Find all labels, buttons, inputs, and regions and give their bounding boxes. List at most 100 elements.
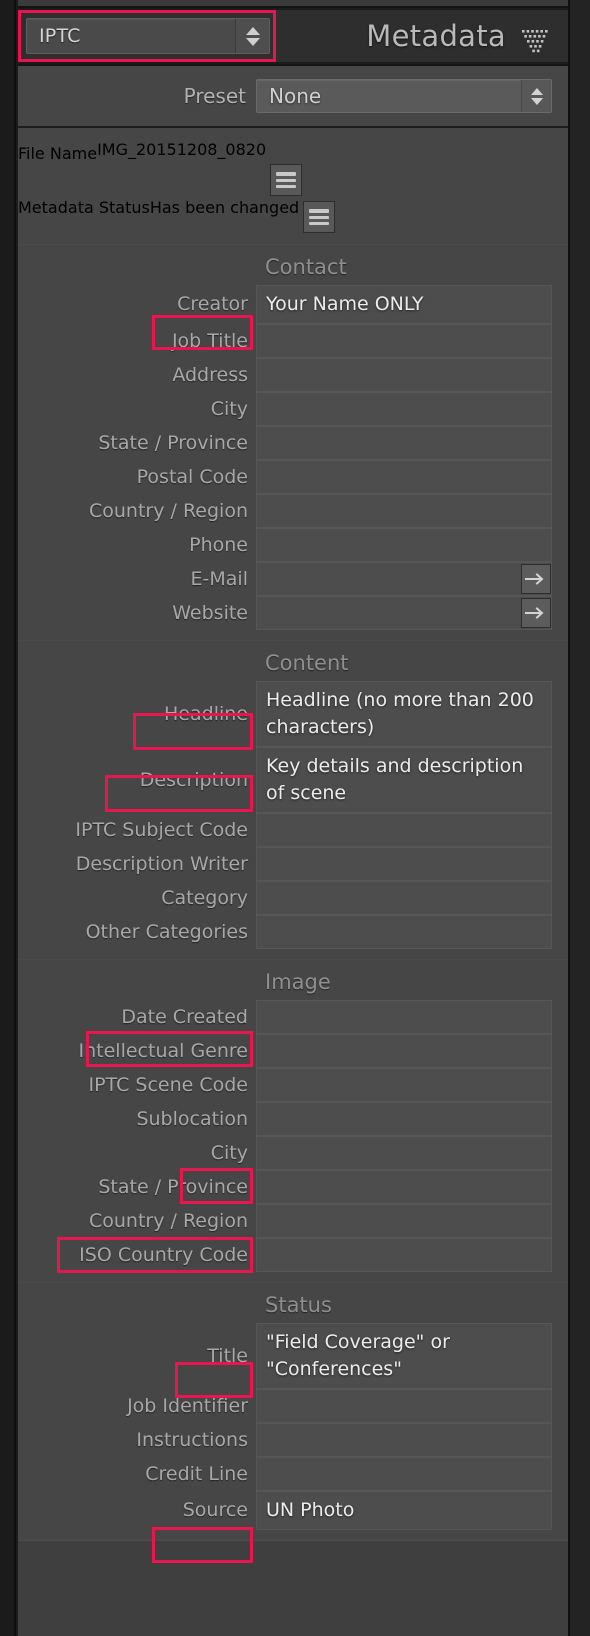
field-label-job-identifier: Job Identifier bbox=[127, 1394, 248, 1417]
section-heading: Content bbox=[18, 641, 568, 681]
field-input-website[interactable] bbox=[256, 595, 552, 630]
field-input-phone[interactable] bbox=[256, 527, 552, 562]
row-instructions: Instructions bbox=[18, 1422, 568, 1457]
field-input-state-province[interactable] bbox=[256, 425, 552, 460]
field-label-country-region: Country / Region bbox=[88, 499, 248, 522]
field-input-sublocation[interactable] bbox=[256, 1101, 552, 1136]
field-label-date-created: Date Created bbox=[121, 1005, 248, 1028]
preset-value: None bbox=[269, 84, 322, 108]
metadata-sections: Contact Creator Your Name ONLY Job Title Add… bbox=[18, 245, 568, 1541]
triangle-up-icon bbox=[245, 26, 260, 35]
row-headline: Headline Headline (no more than 200 chara… bbox=[18, 680, 568, 747]
field-input-date-created[interactable] bbox=[256, 999, 552, 1034]
row-country-region: Country / Region bbox=[18, 493, 568, 528]
field-input-postal-code[interactable] bbox=[256, 459, 552, 494]
section-title: Contact bbox=[265, 255, 347, 279]
section-contact: Contact Creator Your Name ONLY Job Title Add… bbox=[18, 245, 568, 641]
field-input-credit-line[interactable] bbox=[256, 1456, 552, 1491]
section-image: Image Date Created Intellectual Genre IPTC … bbox=[18, 959, 568, 1283]
field-input-city[interactable] bbox=[256, 391, 552, 426]
row-metadata-status: Metadata Status Has been changed bbox=[18, 198, 568, 236]
field-input-iptc-scene-code[interactable] bbox=[256, 1067, 552, 1102]
field-input-iso-country-code[interactable] bbox=[256, 1237, 552, 1272]
field-label-source: Source bbox=[182, 1499, 248, 1522]
list-menu-icon[interactable] bbox=[303, 201, 336, 233]
field-label-state-province: State / Province bbox=[98, 431, 248, 454]
metadata-view-selector[interactable]: IPTC bbox=[26, 18, 270, 54]
row-category: Category bbox=[18, 880, 568, 915]
field-input-address[interactable] bbox=[256, 357, 552, 392]
row-phone: Phone bbox=[18, 527, 568, 562]
arrow-right-icon[interactable] bbox=[521, 563, 551, 594]
preset-dropdown[interactable]: None bbox=[256, 79, 552, 113]
preset-row: Preset None bbox=[18, 66, 568, 126]
field-input-e-mail[interactable] bbox=[256, 561, 552, 596]
field-input-headline[interactable]: Headline (no more than 200 characters) bbox=[256, 680, 552, 747]
row-date-created: Date Created bbox=[18, 999, 568, 1034]
row-source: Source UN Photo bbox=[18, 1490, 568, 1530]
field-input-other-categories[interactable] bbox=[256, 914, 552, 949]
section-content: Content Headline Headline (no more than 20… bbox=[18, 640, 568, 960]
field-input-intellectual-genre[interactable] bbox=[256, 1033, 552, 1068]
lightroom-metadata-panel: IPTC Metadata Preset None File Name IMG_… bbox=[0, 0, 590, 1636]
heading-spacer bbox=[18, 255, 256, 279]
row-city: City bbox=[18, 1135, 568, 1170]
field-input-state-province[interactable] bbox=[256, 1169, 552, 1204]
row-description: Description Key details and description o… bbox=[18, 746, 568, 813]
metadata-status-value: Has been changed bbox=[149, 198, 300, 217]
row-creator: Creator Your Name ONLY bbox=[18, 285, 568, 324]
row-other-categories: Other Categories bbox=[18, 914, 568, 949]
arrow-right-icon[interactable] bbox=[521, 597, 551, 628]
row-city: City bbox=[18, 391, 568, 426]
preset-stepper-icon[interactable] bbox=[521, 80, 551, 112]
list-line bbox=[309, 216, 330, 219]
field-input-title[interactable]: "Field Coverage" or "Conferences" bbox=[256, 1322, 552, 1389]
triangle-down-icon bbox=[530, 97, 543, 105]
file-name-value[interactable]: IMG_20151208_0820 bbox=[97, 140, 266, 196]
heading-spacer bbox=[18, 651, 256, 675]
list-line bbox=[309, 209, 330, 213]
field-label-instructions: Instructions bbox=[136, 1428, 248, 1451]
panel-body: Preset None File Name IMG_20151208_0820 bbox=[18, 64, 568, 1636]
field-input-iptc-subject-code[interactable] bbox=[256, 812, 552, 847]
field-input-job-identifier[interactable] bbox=[256, 1388, 552, 1423]
file-section: File Name IMG_20151208_0820 Metadata Sta… bbox=[18, 128, 568, 245]
field-label-headline: Headline bbox=[164, 702, 248, 725]
list-menu-icon[interactable] bbox=[270, 164, 303, 196]
row-iso-country-code: ISO Country Code bbox=[18, 1237, 568, 1272]
field-input-category[interactable] bbox=[256, 880, 552, 915]
row-job-title: Job Title bbox=[18, 323, 568, 358]
field-input-description-writer[interactable] bbox=[256, 846, 552, 881]
field-label-state-province: State / Province bbox=[98, 1175, 248, 1198]
field-label-phone: Phone bbox=[189, 533, 248, 556]
row-country-region: Country / Region bbox=[18, 1203, 568, 1238]
section-heading: Contact bbox=[18, 245, 568, 285]
metadata-view-value: IPTC bbox=[39, 25, 81, 47]
field-input-description[interactable]: Key details and description of scene bbox=[256, 746, 552, 813]
section-title: Image bbox=[265, 969, 331, 994]
row-credit-line: Credit Line bbox=[18, 1456, 568, 1491]
field-input-source[interactable]: UN Photo bbox=[256, 1490, 552, 1530]
stepper-updown-icon[interactable] bbox=[235, 19, 269, 53]
field-label-e-mail: E-Mail bbox=[190, 567, 248, 590]
row-state-province: State / Province bbox=[18, 425, 568, 460]
field-label-iptc-scene-code: IPTC Scene Code bbox=[88, 1073, 248, 1096]
row-description-writer: Description Writer bbox=[18, 846, 568, 881]
dots-triangle-icon[interactable] bbox=[520, 28, 550, 54]
field-label-job-title: Job Title bbox=[171, 329, 248, 352]
row-postal-code: Postal Code bbox=[18, 459, 568, 494]
field-label-description: Description bbox=[139, 768, 248, 791]
triangle-down-icon bbox=[245, 37, 260, 46]
row-intellectual-genre: Intellectual Genre bbox=[18, 1033, 568, 1068]
field-input-creator[interactable]: Your Name ONLY bbox=[256, 285, 552, 324]
field-label-title: Title bbox=[207, 1344, 248, 1367]
window-left-edge bbox=[0, 0, 16, 1636]
row-website: Website bbox=[18, 595, 568, 630]
field-label-address: Address bbox=[172, 363, 248, 386]
field-input-city[interactable] bbox=[256, 1135, 552, 1170]
field-input-country-region[interactable] bbox=[256, 1203, 552, 1238]
field-input-country-region[interactable] bbox=[256, 493, 552, 528]
field-input-instructions[interactable] bbox=[256, 1422, 552, 1457]
field-input-job-title[interactable] bbox=[256, 323, 552, 358]
row-state-province: State / Province bbox=[18, 1169, 568, 1204]
